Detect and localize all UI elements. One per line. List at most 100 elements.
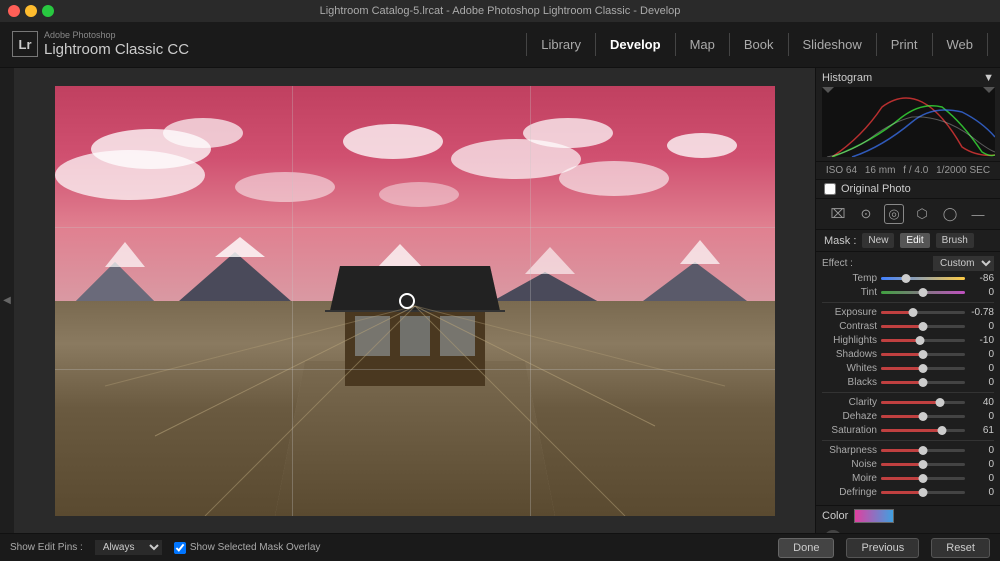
exposure-track[interactable]: [881, 311, 965, 314]
tool-redeye[interactable]: ◎: [884, 204, 904, 224]
dehaze-track[interactable]: [881, 415, 965, 418]
logo-subtitle: Adobe Photoshop: [44, 30, 189, 41]
tool-radial[interactable]: ◯: [940, 204, 960, 224]
noise-value: 0: [969, 459, 994, 470]
nav-library[interactable]: Library: [526, 33, 596, 56]
slider-noise: Noise 0: [822, 459, 994, 470]
whites-thumb[interactable]: [919, 364, 928, 373]
sliders-section: Effect : Custom Temp -86 Tint 0: [816, 252, 1000, 505]
defringe-thumb[interactable]: [919, 488, 928, 497]
eyedropper-icon[interactable]: ✦: [824, 530, 842, 533]
sharpness-thumb[interactable]: [919, 446, 928, 455]
whites-track[interactable]: [881, 367, 965, 370]
photo-container[interactable]: [14, 68, 815, 533]
window-controls: [8, 5, 54, 17]
temp-track[interactable]: [881, 277, 965, 280]
histogram-label: Histogram: [822, 72, 872, 84]
noise-thumb[interactable]: [919, 460, 928, 469]
defringe-fill: [881, 491, 923, 494]
hist-clipping-indicator-left[interactable]: [822, 87, 834, 93]
defringe-track[interactable]: [881, 491, 965, 494]
moire-label: Moire: [822, 473, 877, 484]
contrast-track[interactable]: [881, 325, 965, 328]
slider-blacks: Blacks 0: [822, 377, 994, 388]
reset-button[interactable]: Reset: [931, 538, 990, 558]
nav-web[interactable]: Web: [933, 33, 989, 56]
slider-highlights: Highlights -10: [822, 335, 994, 346]
highlights-track[interactable]: [881, 339, 965, 342]
shadows-track[interactable]: [881, 353, 965, 356]
moire-value: 0: [969, 473, 994, 484]
bottom-status-bar: Show Edit Pins : Always Never Auto Selec…: [0, 533, 1000, 561]
blacks-thumb[interactable]: [919, 378, 928, 387]
color-swatch[interactable]: [854, 509, 894, 523]
blacks-track[interactable]: [881, 381, 965, 384]
minimize-btn[interactable]: [25, 5, 37, 17]
effect-label: Effect :: [822, 258, 867, 269]
main-content: ◀: [0, 68, 1000, 533]
exposure-thumb[interactable]: [908, 308, 917, 317]
nav-map[interactable]: Map: [676, 33, 730, 56]
original-photo-checkbox[interactable]: [824, 183, 836, 195]
mask-label: Mask :: [824, 235, 856, 247]
slider-saturation: Saturation 61: [822, 425, 994, 436]
done-button[interactable]: Done: [778, 538, 834, 558]
contrast-value: 0: [969, 321, 994, 332]
clarity-thumb[interactable]: [935, 398, 944, 407]
edit-pins-select[interactable]: Always Never Auto Selected: [95, 540, 162, 555]
defringe-label: Defringe: [822, 487, 877, 498]
previous-button[interactable]: Previous: [846, 538, 919, 558]
tint-thumb[interactable]: [919, 288, 928, 297]
highlights-thumb[interactable]: [915, 336, 924, 345]
tool-brush[interactable]: —: [968, 204, 988, 224]
histogram-header: Histogram ▼: [822, 72, 994, 84]
dehaze-thumb[interactable]: [919, 412, 928, 421]
guide-line-v1: [292, 86, 293, 516]
tool-gradient[interactable]: ⬡: [912, 204, 932, 224]
tint-track[interactable]: [881, 291, 965, 294]
shadows-thumb[interactable]: [919, 350, 928, 359]
effect-select[interactable]: Custom: [933, 256, 994, 271]
focal-length: 16 mm: [865, 165, 896, 176]
slider-whites: Whites 0: [822, 363, 994, 374]
clarity-track[interactable]: [881, 401, 965, 404]
blacks-fill: [881, 381, 923, 384]
clarity-value: 40: [969, 397, 994, 408]
photo-target[interactable]: [399, 293, 415, 309]
slider-contrast: Contrast 0: [822, 321, 994, 332]
nav-slideshow[interactable]: Slideshow: [789, 33, 877, 56]
noise-label: Noise: [822, 459, 877, 470]
slider-moire: Moire 0: [822, 473, 994, 484]
nav-links: Library Develop Map Book Slideshow Print…: [526, 33, 988, 56]
temp-thumb[interactable]: [902, 274, 911, 283]
nav-book[interactable]: Book: [730, 33, 789, 56]
slider-defringe: Defringe 0: [822, 487, 994, 498]
nav-print[interactable]: Print: [877, 33, 933, 56]
nav-develop[interactable]: Develop: [596, 33, 676, 56]
tool-spot[interactable]: ⊙: [856, 204, 876, 224]
noise-fill: [881, 463, 923, 466]
saturation-track[interactable]: [881, 429, 965, 432]
tool-crop[interactable]: ⌧: [828, 204, 848, 224]
histogram-expand-icon[interactable]: ▼: [983, 72, 994, 84]
hist-clipping-indicator-right[interactable]: [983, 87, 995, 93]
mask-edit-btn[interactable]: Edit: [900, 233, 929, 248]
temp-value: -86: [969, 273, 994, 284]
contrast-thumb[interactable]: [919, 322, 928, 331]
left-panel-toggle[interactable]: ◀: [0, 68, 14, 533]
noise-track[interactable]: [881, 463, 965, 466]
sharpness-track[interactable]: [881, 449, 965, 452]
moire-thumb[interactable]: [919, 474, 928, 483]
close-btn[interactable]: [8, 5, 20, 17]
moire-track[interactable]: [881, 477, 965, 480]
show-overlay-checkbox[interactable]: [174, 542, 186, 554]
guide-line-h1: [55, 227, 775, 228]
saturation-thumb[interactable]: [938, 426, 947, 435]
whites-label: Whites: [822, 363, 877, 374]
maximize-btn[interactable]: [42, 5, 54, 17]
mask-section: Mask : New Edit Brush: [816, 230, 1000, 252]
color-label: Color: [822, 510, 848, 522]
mask-brush-btn[interactable]: Brush: [936, 233, 974, 248]
slider-exposure: Exposure -0.78: [822, 307, 994, 318]
mask-new-btn[interactable]: New: [862, 233, 894, 248]
